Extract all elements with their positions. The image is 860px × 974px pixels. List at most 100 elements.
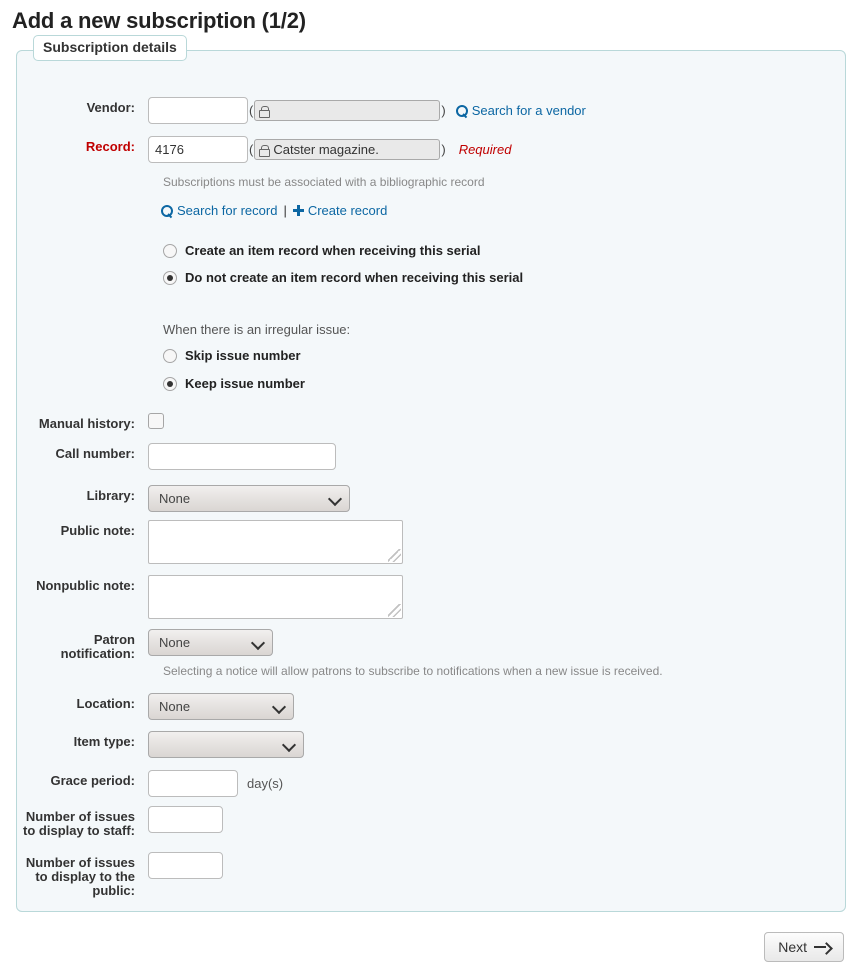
nonpublic-note-control — [148, 575, 403, 619]
patron-notification-select[interactable]: None — [148, 629, 273, 656]
location-row: Location: None — [17, 693, 847, 720]
issues-public-label-line1: Number of issues — [25, 855, 135, 870]
vendor-id-input[interactable] — [148, 97, 248, 124]
item-type-select[interactable] — [148, 731, 304, 758]
search-icon — [161, 204, 173, 217]
resize-grip-icon[interactable] — [388, 604, 401, 617]
create-record-label: Create record — [307, 203, 388, 218]
radio-keep-issue-number[interactable]: Keep issue number — [163, 376, 305, 391]
fieldset-legend: Subscription details — [33, 35, 187, 62]
issues-public-label: Number of issues to display to the publi… — [17, 852, 135, 898]
plus-icon — [292, 205, 304, 216]
item-type-label: Item type: — [73, 734, 135, 749]
record-title-text: Catster magazine. — [273, 142, 379, 157]
vendor-row: Vendor: ( ) Search for a vendor — [17, 97, 847, 124]
issues-public-label-line3: public: — [92, 883, 135, 898]
irregular-issue-prompt: When there is an irregular issue: — [163, 322, 351, 337]
radio-no-create-item-record-input[interactable] — [163, 270, 177, 285]
arrow-right-icon — [814, 942, 830, 952]
chevron-down-icon — [330, 493, 341, 504]
radio-no-create-item-record[interactable]: Do not create an item record when receiv… — [163, 270, 523, 285]
call-number-input[interactable] — [148, 443, 336, 470]
manual-history-row: Manual history: — [17, 413, 847, 431]
radio-create-item-record-input[interactable] — [163, 243, 177, 258]
next-button[interactable]: Next — [764, 932, 844, 962]
resize-grip-icon[interactable] — [388, 549, 401, 562]
record-id-input[interactable] — [148, 136, 248, 163]
lock-icon — [259, 144, 271, 157]
manual-history-control — [148, 413, 164, 429]
issues-public-row: Number of issues to display to the publi… — [17, 852, 847, 898]
issues-staff-label-line1: Number of issues — [25, 809, 135, 824]
vendor-control: ( ) Search for a vendor — [148, 97, 586, 124]
record-row: Record: ( Catster magazine. ) Required — [17, 136, 847, 163]
manual-history-checkbox[interactable] — [148, 413, 164, 429]
issues-staff-label-line2: to display to staff: — [23, 823, 135, 838]
patron-notification-label-line2: notification: — [60, 646, 135, 661]
search-for-vendor-label: Search for a vendor — [471, 103, 586, 118]
record-close-paren: ) — [441, 142, 446, 157]
search-for-vendor-link[interactable]: Search for a vendor — [455, 103, 586, 118]
record-label: Record: — [85, 139, 135, 154]
next-button-label: Next — [778, 939, 807, 955]
grace-period-control: day(s) — [148, 770, 283, 797]
search-icon — [455, 104, 468, 117]
issues-public-input[interactable] — [148, 852, 223, 879]
radio-keep-issue-number-input[interactable] — [163, 376, 177, 391]
nonpublic-note-textarea[interactable] — [148, 575, 403, 619]
patron-notification-label: Patron notification: — [17, 629, 135, 661]
library-label: Library: — [86, 488, 135, 503]
nonpublic-note-row: Nonpublic note: — [17, 575, 847, 619]
vendor-name-readonly — [254, 100, 441, 121]
record-readonly-wrap: ( Catster magazine. ) — [248, 139, 447, 160]
radio-create-item-record[interactable]: Create an item record when receiving thi… — [163, 243, 481, 258]
search-for-record-label: Search for record — [177, 203, 278, 218]
library-select-value: None — [159, 491, 191, 506]
item-type-control — [148, 731, 304, 758]
lock-icon — [259, 105, 271, 118]
patron-notification-label-line1: Patron — [93, 632, 135, 647]
vendor-readonly-wrap: ( ) — [248, 100, 447, 121]
chevron-down-icon — [253, 637, 264, 648]
location-label: Location: — [76, 696, 136, 711]
location-select[interactable]: None — [148, 693, 294, 720]
call-number-control — [148, 443, 336, 470]
grace-period-suffix: day(s) — [247, 776, 284, 791]
issues-public-control — [148, 852, 223, 879]
chevron-down-icon — [274, 701, 285, 712]
page-title: Add a new subscription (1/2) — [12, 8, 306, 33]
public-note-row: Public note: — [17, 520, 847, 564]
record-control: ( Catster magazine. ) Required — [148, 136, 511, 163]
manual-history-label: Manual history: — [38, 416, 135, 431]
grace-period-label: Grace period: — [50, 773, 135, 788]
search-for-record-link[interactable]: Search for record — [161, 203, 277, 218]
patron-notification-select-value: None — [159, 635, 191, 650]
issues-staff-input[interactable] — [148, 806, 223, 833]
nonpublic-note-label: Nonpublic note: — [36, 578, 135, 593]
public-note-control — [148, 520, 403, 564]
call-number-label: Call number: — [55, 446, 135, 461]
vendor-label: Vendor: — [86, 100, 135, 115]
record-required-note: Required — [458, 142, 512, 157]
subscription-details-fieldset: Subscription details Vendor: ( ) Search … — [16, 35, 847, 912]
library-control: None — [148, 485, 350, 512]
chevron-down-icon — [284, 739, 295, 750]
radio-skip-issue-number-input[interactable] — [163, 348, 177, 363]
issues-staff-control — [148, 806, 223, 833]
issues-staff-label: Number of issues to display to staff: — [17, 806, 135, 838]
public-note-textarea[interactable] — [148, 520, 403, 564]
library-select[interactable]: None — [148, 485, 350, 512]
grace-period-input[interactable] — [148, 770, 238, 797]
radio-keep-issue-number-label: Keep issue number — [185, 376, 305, 391]
subscription-add-page: Add a new subscription (1/2) Subscriptio… — [0, 0, 860, 974]
radio-skip-issue-number[interactable]: Skip issue number — [163, 348, 301, 363]
patron-notification-control: None — [148, 629, 273, 656]
links-separator: | — [283, 203, 287, 218]
public-note-label: Public note: — [60, 523, 135, 538]
vendor-close-paren: ) — [441, 103, 446, 118]
issues-staff-row: Number of issues to display to staff: — [17, 806, 847, 838]
radio-no-create-item-record-label: Do not create an item record when receiv… — [185, 270, 524, 285]
create-record-link[interactable]: Create record — [292, 203, 388, 218]
record-hint: Subscriptions must be associated with a … — [163, 175, 485, 189]
location-select-value: None — [159, 699, 191, 714]
